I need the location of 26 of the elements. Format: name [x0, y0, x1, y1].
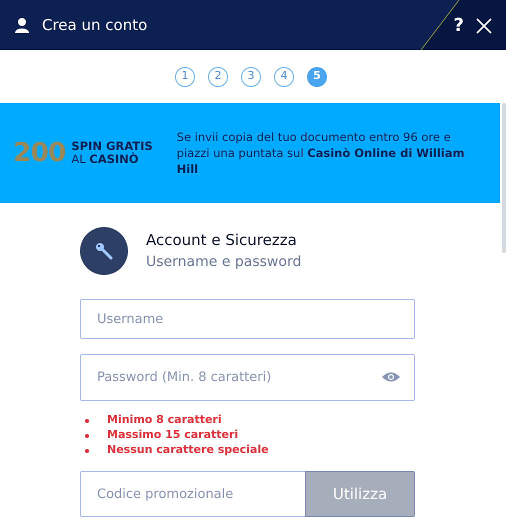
password-field[interactable]: Password (Min. 8 caratteri): [80, 354, 415, 401]
promo-code-field[interactable]: Codice promozionale: [80, 471, 305, 517]
bonus-amount: 200: [13, 140, 66, 166]
password-rule: Nessun carattere speciale: [107, 442, 269, 458]
password-rule: Massimo 15 caratteri: [107, 427, 238, 444]
step-button[interactable]: 5: [307, 66, 327, 86]
step-button[interactable]: 4: [274, 66, 294, 86]
password-rule: Minimo 8 caratteri: [107, 412, 222, 428]
window-title: Crea un conto: [42, 14, 148, 36]
bonus-label: AL CASINÒ: [71, 153, 140, 166]
step-button[interactable]: 3: [241, 66, 261, 86]
key-icon: [80, 227, 128, 275]
step-button[interactable]: 2: [208, 66, 228, 86]
section-subtitle: Username e password: [146, 252, 302, 272]
bullet-icon: [85, 448, 89, 452]
section-title: Account e Sicurezza: [146, 230, 298, 252]
eye-icon[interactable]: [381, 371, 401, 383]
username-field[interactable]: Username: [80, 299, 415, 339]
bullet-icon: [85, 434, 89, 438]
help-button[interactable]: ?: [454, 17, 464, 35]
banner-text: Se invii copia del tuo documento entro 96 ore e piazzi una puntata sul Casinò Online di William Hill: [176, 129, 466, 177]
bullet-icon: [85, 418, 89, 422]
step-button[interactable]: 1: [175, 66, 195, 86]
user-icon: [14, 17, 30, 33]
bonus-label: SPIN GRATIS: [71, 140, 153, 153]
close-icon[interactable]: [476, 18, 492, 34]
